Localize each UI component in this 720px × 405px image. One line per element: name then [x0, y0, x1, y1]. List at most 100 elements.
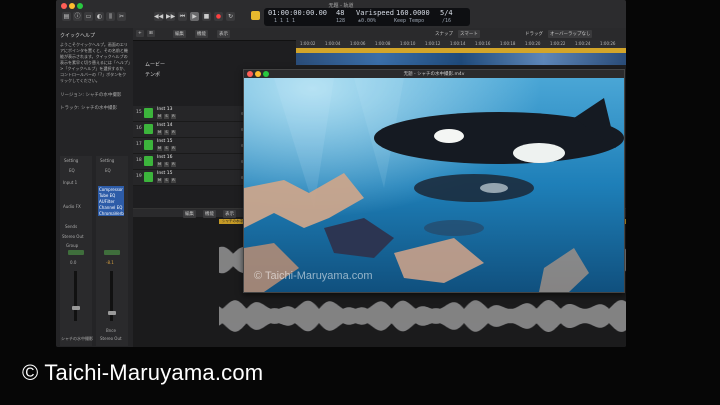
movie-thumbnail-strip: [296, 53, 626, 65]
position-time: 01:00:00:00.00: [268, 9, 328, 17]
mute-button[interactable]: M: [157, 162, 162, 167]
function-menu[interactable]: 機能: [195, 30, 208, 38]
library-icon[interactable]: ▤: [62, 12, 71, 21]
ruler-tick: 1:00:18: [500, 41, 516, 46]
editor-view-menu[interactable]: 表示: [223, 210, 236, 218]
drag-label: ドラッグ: [525, 32, 543, 37]
drag-select[interactable]: オーバーラップなし: [548, 30, 593, 38]
editors-icon[interactable]: ✂: [117, 12, 126, 21]
toolbar-icon[interactable]: ▭: [84, 12, 93, 21]
solo-button[interactable]: S: [164, 162, 169, 167]
movie-titlebar: 无题 - シャチの水中撮影.m4v: [244, 70, 624, 78]
inspector-icon[interactable]: ⓘ: [73, 12, 82, 21]
channel-volume: 0.0: [70, 260, 77, 265]
audio-fx-slot[interactable]: Audio FX: [63, 204, 81, 209]
rewind-icon[interactable]: ◀◀: [154, 12, 163, 21]
setting-button-2[interactable]: Setting: [100, 158, 114, 163]
lcd-sub-value: 128: [336, 18, 346, 24]
metronome-icon[interactable]: [251, 11, 260, 20]
copyright-watermark: © Taichi-Maruyama.com: [22, 360, 264, 385]
go-to-start-icon[interactable]: ⏮: [178, 12, 187, 21]
record-enable-button[interactable]: R: [171, 178, 176, 183]
smart-controls-icon[interactable]: ◐: [95, 12, 104, 21]
inspector-panel: クイックヘルプ ようこそクイックヘルプ。画面のエリアにポインタを置くと、その名前…: [56, 28, 134, 347]
fader-handle[interactable]: [72, 306, 80, 310]
editor-function-menu[interactable]: 機能: [203, 210, 216, 218]
volume-fader[interactable]: [74, 271, 77, 321]
instrument-icon: [144, 172, 153, 182]
logic-pro-screen: 无题 - 轨道 ▤ ⓘ ▭ ◐ ⫼ ✂ ◀◀ ▶▶ ⏮ ▶ ■ ● ↻ 01:0…: [56, 0, 626, 347]
track-number: 17: [136, 142, 142, 147]
group-slot[interactable]: Group: [66, 243, 78, 248]
input-slot[interactable]: Input 1: [63, 180, 77, 185]
snap-select[interactable]: スマート: [458, 30, 480, 38]
record-enable-button[interactable]: R: [171, 130, 176, 135]
edit-menu[interactable]: 編集: [173, 30, 186, 38]
record-enable-button[interactable]: R: [171, 162, 176, 167]
ruler-tick: 1:00:12: [425, 41, 441, 46]
add-track-button[interactable]: +: [136, 30, 144, 37]
eq-button[interactable]: EQ: [69, 168, 75, 173]
solo-button[interactable]: S: [164, 114, 169, 119]
ruler-tick: 1:00:08: [375, 41, 391, 46]
record-enable-button[interactable]: R: [171, 146, 176, 151]
plugin-slots[interactable]: Compressor Tube EQ AUFilter Channel EQ C…: [98, 186, 124, 216]
track-name[interactable]: Inst 15: [157, 139, 172, 144]
channel-strip-2: Setting EQ Compressor Tube EQ AUFilter C…: [96, 156, 128, 346]
stop-icon[interactable]: ■: [202, 12, 211, 21]
play-icon[interactable]: ▶: [190, 12, 199, 21]
region-inspector-label[interactable]: リージョン: シャチの水中撮影: [60, 92, 121, 98]
view-menu[interactable]: 表示: [217, 30, 230, 38]
record-enable-button[interactable]: R: [171, 114, 176, 119]
mute-button[interactable]: M: [157, 178, 162, 183]
mute-button[interactable]: M: [157, 130, 162, 135]
plugin-3[interactable]: AUFilter: [99, 199, 115, 204]
record-icon[interactable]: ●: [214, 12, 223, 21]
quick-help-title: クイックヘルプ: [60, 33, 96, 39]
output-slot[interactable]: Stereo Out: [62, 234, 84, 239]
ruler-tick: 1:00:22: [550, 41, 566, 46]
track-inspector-label[interactable]: トラック: シャチの水中撮影: [60, 105, 117, 111]
forward-icon[interactable]: ▶▶: [166, 12, 175, 21]
lcd-display[interactable]: 01:00:00:00.00 1 1 1 1 48 128 Varispeed …: [264, 8, 470, 26]
mute-button[interactable]: M: [157, 146, 162, 151]
cycle-icon[interactable]: ↻: [226, 12, 235, 21]
channel-volume-2: -8.1: [106, 260, 114, 265]
tempo-track-label[interactable]: テンポ: [145, 71, 160, 78]
keep-tempo-label: Keep Tempo: [394, 18, 425, 24]
ruler-tick: 1:00:04: [325, 41, 341, 46]
track-options-icon[interactable]: ⊞: [147, 30, 155, 37]
plugin-2[interactable]: Tube EQ: [99, 193, 115, 198]
movie-window[interactable]: 无题 - シャチの水中撮影.m4v © Taichi-Maruyama.com: [243, 69, 625, 293]
track-number: 18: [136, 158, 142, 163]
timeline-ruler[interactable]: 1:00:02 1:00:04 1:00:06 1:00:08 1:00:10 1:00:…: [296, 40, 626, 48]
instrument-icon: [144, 156, 153, 166]
eq-button-2[interactable]: EQ: [105, 168, 111, 173]
bounce-button[interactable]: Bnce: [106, 328, 116, 333]
track-name[interactable]: Inst 14: [157, 123, 172, 128]
track-name[interactable]: Inst 15: [157, 171, 172, 176]
movie-track-label[interactable]: ムービー: [145, 61, 165, 68]
mixer-icon[interactable]: ⫼: [106, 12, 115, 21]
mute-button[interactable]: M: [157, 114, 162, 119]
automation-read-button-2[interactable]: [104, 250, 120, 255]
sends-slot[interactable]: Sends: [65, 224, 77, 229]
plugin-5[interactable]: ChromaVerb: [99, 211, 124, 216]
movie-title: 无题 - シャチの水中撮影.m4v: [403, 72, 465, 77]
plugin-1[interactable]: Compressor: [99, 187, 123, 192]
channel-name: シャチの水中撮影: [61, 336, 93, 341]
track-name[interactable]: Inst 13: [157, 107, 172, 112]
fader-handle-2[interactable]: [108, 311, 116, 315]
setting-button[interactable]: Setting: [64, 158, 78, 163]
solo-button[interactable]: S: [164, 178, 169, 183]
instrument-icon: [144, 108, 153, 118]
track-number: 19: [136, 174, 142, 179]
position-bars: 1 1 1 1: [274, 18, 296, 24]
editor-edit-menu[interactable]: 編集: [183, 210, 196, 218]
plugin-4[interactable]: Channel EQ: [99, 205, 122, 210]
solo-button[interactable]: S: [164, 146, 169, 151]
automation-read-button[interactable]: [68, 250, 84, 255]
ruler-tick: 1:00:10: [400, 41, 416, 46]
track-name[interactable]: Inst 16: [157, 155, 172, 160]
solo-button[interactable]: S: [164, 130, 169, 135]
